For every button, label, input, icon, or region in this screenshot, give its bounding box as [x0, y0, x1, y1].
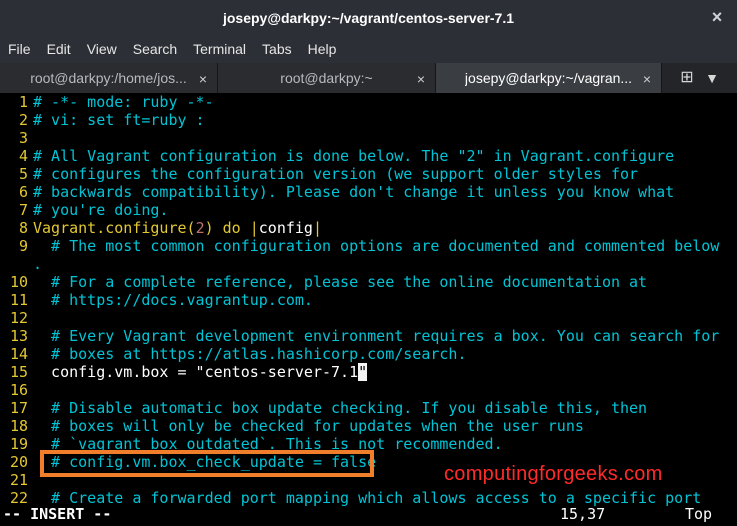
editor-line-4: 4 # All Vagrant configuration is done bel…: [18, 147, 675, 165]
editor-line-16: 16: [9, 381, 28, 399]
close-icon[interactable]: ×: [707, 7, 727, 27]
editor-line-9: 9 # The most common configuration option…: [18, 237, 720, 255]
editor-line-7: 7 # you're doing.: [18, 201, 169, 219]
tab-label: josepy@darkpy:~/vagran...: [464, 70, 633, 86]
editor-line-8: 8 Vagrant.configure(2) do |config|: [18, 219, 322, 237]
tab-root-home[interactable]: root@darkpy:/home/jos... ×: [0, 63, 218, 93]
editor-line-11: 11 # https://docs.vagrantup.com.: [9, 291, 313, 309]
tab-strip: root@darkpy:/home/jos... × root@darkpy:~…: [0, 63, 737, 94]
editor-line-2: 2 # vi: set ft=ruby :: [18, 111, 205, 129]
editor-line-21: 21: [9, 471, 28, 489]
menu-file[interactable]: File: [0, 41, 39, 57]
menu-tabs[interactable]: Tabs: [254, 41, 300, 57]
tab-label: root@darkpy:~: [280, 70, 373, 86]
editor-line-9-wrap: .: [33, 255, 43, 273]
new-tab-icon[interactable]: ⊞: [677, 68, 697, 88]
tab-root[interactable]: root@darkpy:~ ×: [218, 63, 436, 93]
editor-line-12: 12: [9, 309, 28, 327]
menu-edit[interactable]: Edit: [39, 41, 79, 57]
watermark: computingforgeeks.com: [444, 463, 663, 485]
menu-search[interactable]: Search: [125, 41, 185, 57]
status-line: -- INSERT -- 15,37 Top: [0, 505, 737, 523]
close-tab-icon[interactable]: ×: [417, 71, 425, 87]
highlight-box: [40, 450, 374, 477]
menu-view[interactable]: View: [79, 41, 125, 57]
editor-line-13: 13 # Every Vagrant development environme…: [9, 327, 720, 345]
editor-line-18: 18 # boxes will only be checked for upda…: [9, 417, 584, 435]
editor-line-14: 14 # boxes at https://atlas.hashicorp.co…: [9, 345, 467, 363]
tab-label: root@darkpy:/home/jos...: [30, 70, 187, 86]
editor-line-5: 5 # configures the configuration version …: [18, 165, 639, 183]
title-bar: josepy@darkpy:~/vagrant/centos-server-7.…: [0, 0, 737, 35]
menu-icon[interactable]: ▼: [703, 68, 721, 88]
tab-josepy[interactable]: josepy@darkpy:~/vagran... ×: [436, 63, 662, 93]
menu-bar: File Edit View Search Terminal Tabs Help: [0, 35, 737, 63]
editor-line-1: 1 # -*- mode: ruby -*-: [18, 93, 214, 111]
scroll-indicator: Top: [685, 505, 713, 523]
window-title: josepy@darkpy:~/vagrant/centos-server-7.…: [222, 9, 515, 26]
editor-line-17: 17 # Disable automatic box update checki…: [9, 399, 648, 417]
terminal-window: josepy@darkpy:~/vagrant/centos-server-7.…: [0, 0, 737, 526]
editor-line-3: 3: [18, 129, 28, 147]
menu-help[interactable]: Help: [300, 41, 345, 57]
editor-line-15: 15 config.vm.box = "centos-server-7.1": [9, 363, 368, 381]
editor-line-6: 6 # backwards compatibility). Please don'…: [18, 183, 675, 201]
terminal-pane[interactable]: 1 # -*- mode: ruby -*- 2 # vi: set ft=ruby…: [0, 93, 737, 526]
editor-line-10: 10 # For a complete reference, please se…: [9, 273, 648, 291]
close-tab-icon[interactable]: ×: [199, 71, 207, 87]
close-tab-icon[interactable]: ×: [643, 71, 651, 87]
cursor-position: 15,37: [560, 505, 606, 523]
menu-terminal[interactable]: Terminal: [185, 41, 254, 57]
insert-mode-indicator: -- INSERT --: [3, 505, 112, 523]
